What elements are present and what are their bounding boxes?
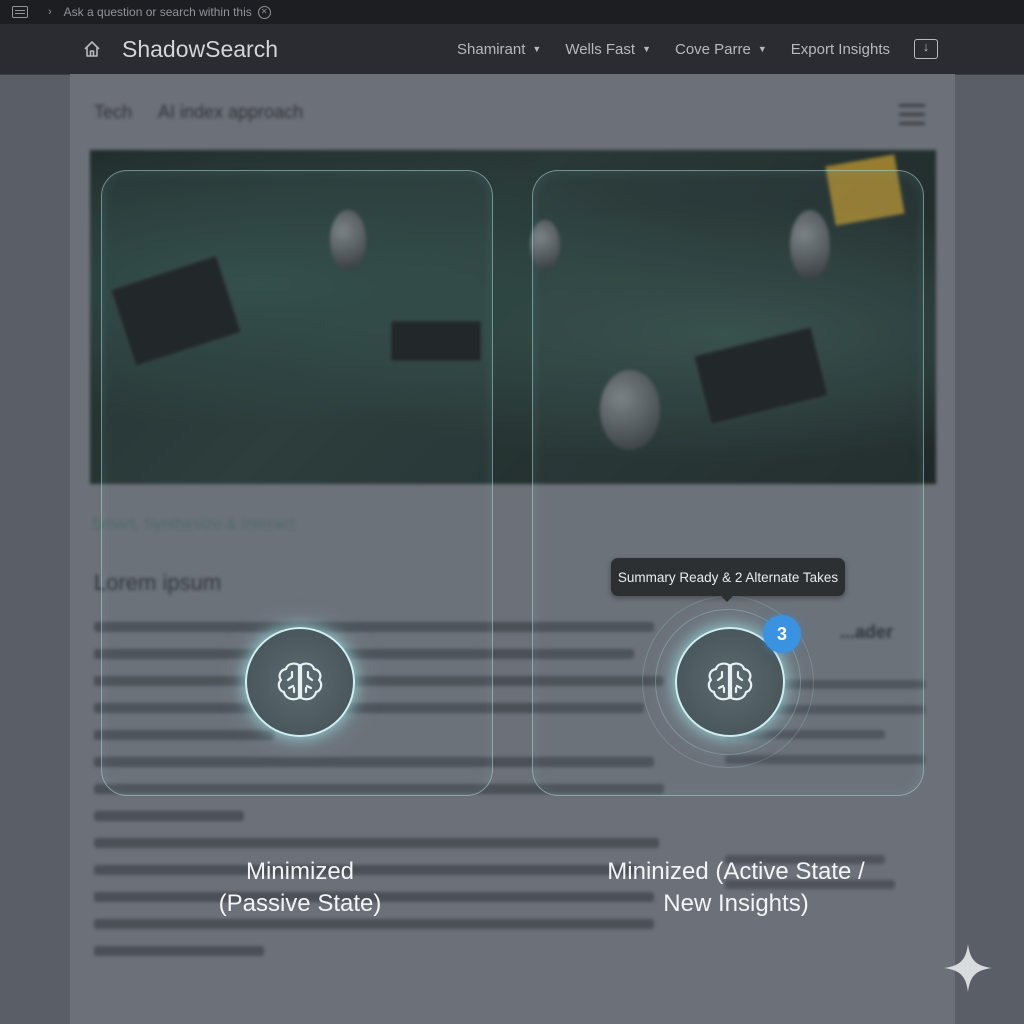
caption-line: Mininized (Active State / <box>607 858 865 885</box>
brain-icon <box>277 662 323 701</box>
assistant-orb-passive[interactable] <box>245 627 355 737</box>
chevron-down-icon: ▼ <box>532 44 542 54</box>
chevron-down-icon: ▼ <box>757 44 767 54</box>
nav-menu: Shamirant ▼ Wells Fast ▼ Cove Parre ▼ Expor… <box>457 24 1024 74</box>
nav-item-label: Shamirant <box>457 40 526 58</box>
brand-logo-text[interactable]: ShadowSearch <box>122 36 278 63</box>
navbar: ShadowSearch Shamirant ▼ Wells Fast ▼ Cove… <box>0 24 1024 75</box>
nav-item-2[interactable]: Wells Fast ▼ <box>565 41 651 58</box>
download-icon[interactable] <box>914 39 938 59</box>
sparkle-icon <box>944 944 992 992</box>
chevron-right-icon: › <box>48 6 52 18</box>
nav-item-1[interactable]: Shamirant ▼ <box>457 41 541 58</box>
breadcrumb: Tech AI index approach <box>94 102 329 123</box>
clear-icon[interactable]: ✕ <box>257 5 271 19</box>
brain-icon <box>707 662 753 701</box>
caption-line: New Insights) <box>663 890 809 917</box>
home-icon[interactable] <box>82 39 102 59</box>
breadcrumb-item[interactable]: AI index approach <box>158 102 303 122</box>
insights-tooltip: Summary Ready & 2 Alternate Takes <box>611 558 845 602</box>
chevron-down-icon: ▼ <box>642 44 651 54</box>
notification-badge[interactable]: 3 <box>763 615 801 653</box>
caption-active: Mininized (Active State / New Insights) <box>586 856 886 920</box>
hamburger-menu-icon[interactable] <box>899 104 925 125</box>
export-insights-link[interactable]: Export Insights <box>791 41 890 58</box>
nav-item-label: Wells Fast <box>565 40 636 58</box>
nav-item-3[interactable]: Cove Parre ▼ <box>675 41 767 58</box>
caption-line: (Passive State) <box>218 890 382 917</box>
caption-line: Minimized <box>245 858 355 885</box>
breadcrumb-item[interactable]: Tech <box>94 102 132 122</box>
search-query-text[interactable]: Ask a question or search within this <box>64 5 252 19</box>
address-strip: › Ask a question or search within this ✕ <box>0 0 1024 24</box>
sidebar-toggle-icon[interactable] <box>12 6 28 18</box>
caption-passive: Minimized (Passive State) <box>150 856 450 920</box>
nav-item-label: Cove Parre <box>674 40 751 58</box>
